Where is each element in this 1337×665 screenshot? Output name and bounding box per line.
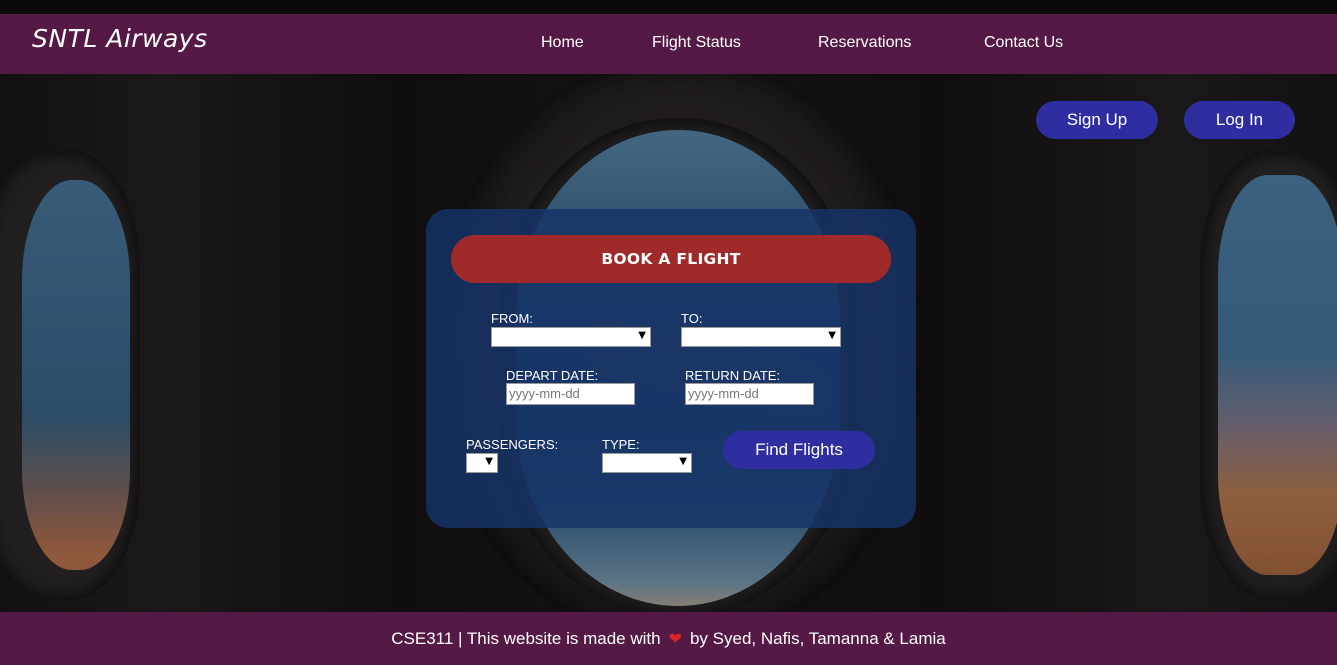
to-select[interactable]: ▼: [681, 327, 841, 347]
nav-home-link[interactable]: Home: [541, 34, 584, 52]
dropdown-arrow-icon: ▼: [638, 330, 646, 341]
to-label: TO:: [681, 311, 703, 326]
from-label: FROM:: [491, 311, 533, 326]
sign-up-button[interactable]: Sign Up: [1036, 101, 1158, 139]
from-select[interactable]: ▼: [491, 327, 651, 347]
footer-prefix: CSE311 | This website is made with: [391, 628, 661, 648]
dropdown-arrow-icon: ▼: [485, 456, 493, 467]
return-date-input[interactable]: yyyy-mm-dd: [685, 383, 814, 405]
nav-links: Home Flight Status Reservations Contact …: [0, 14, 1337, 74]
booking-title: BOOK A FLIGHT: [451, 235, 891, 283]
dropdown-arrow-icon: ▼: [679, 456, 687, 467]
footer-suffix: by Syed, Nafis, Tamanna & Lamia: [689, 628, 946, 648]
heart-icon: ❤: [668, 630, 682, 648]
return-date-label: RETURN DATE:: [685, 368, 781, 383]
nav-reservations-link[interactable]: Reservations: [818, 34, 911, 52]
navbar: SNTL Airways Home Flight Status Reservat…: [0, 14, 1337, 74]
find-flights-button[interactable]: Find Flights: [723, 431, 875, 469]
top-strip: [0, 0, 1337, 14]
depart-date-input[interactable]: yyyy-mm-dd: [506, 383, 635, 405]
dropdown-arrow-icon: ▼: [828, 330, 836, 341]
footer: CSE311 | This website is made with ❤ by …: [0, 612, 1337, 665]
nav-flight-status-link[interactable]: Flight Status: [652, 34, 741, 52]
type-select[interactable]: ▼: [602, 453, 692, 473]
nav-contact-link[interactable]: Contact Us: [984, 34, 1063, 52]
passengers-label: PASSENGERS:: [466, 437, 559, 452]
log-in-button[interactable]: Log In: [1184, 101, 1295, 139]
type-label: TYPE:: [602, 437, 640, 452]
passengers-select[interactable]: ▼: [466, 453, 498, 473]
depart-date-label: DEPART DATE:: [506, 368, 599, 383]
